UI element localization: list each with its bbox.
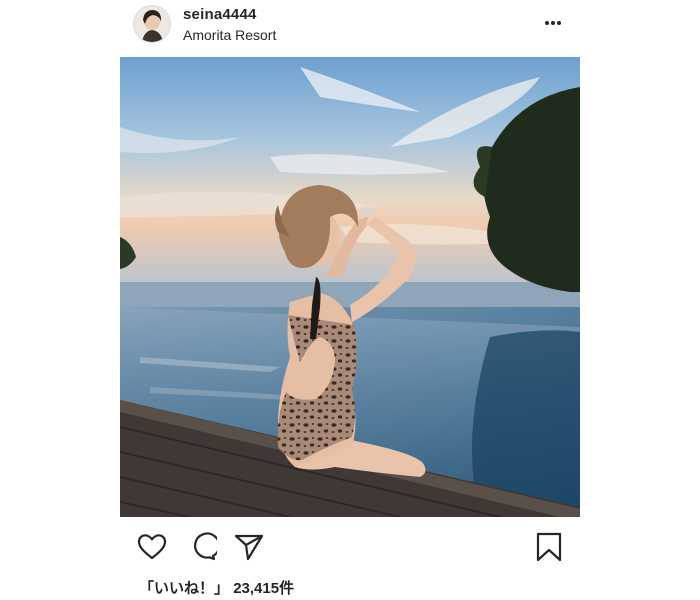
comment-button[interactable] bbox=[187, 532, 221, 562]
avatar[interactable] bbox=[133, 5, 171, 43]
photo-image bbox=[120, 57, 580, 517]
more-options-icon bbox=[545, 21, 561, 25]
share-button[interactable] bbox=[234, 532, 264, 562]
more-options-button[interactable] bbox=[541, 12, 565, 34]
username[interactable]: seina4444 bbox=[183, 6, 257, 23]
likes-label: 「いいね！」 bbox=[139, 580, 230, 597]
like-button[interactable] bbox=[137, 532, 167, 562]
heart-icon bbox=[137, 534, 167, 560]
post-header: seina4444 Amorita Resort bbox=[0, 0, 700, 52]
bookmark-icon bbox=[536, 532, 562, 562]
likes-number: 23,415件 bbox=[233, 580, 295, 597]
send-icon bbox=[234, 534, 264, 561]
comment-icon bbox=[194, 532, 221, 561]
location-link[interactable]: Amorita Resort bbox=[183, 27, 276, 43]
likes-count[interactable]: 「いいね！」 23,415件 bbox=[139, 577, 294, 598]
post-photo[interactable] bbox=[120, 57, 580, 517]
save-button[interactable] bbox=[534, 532, 564, 562]
